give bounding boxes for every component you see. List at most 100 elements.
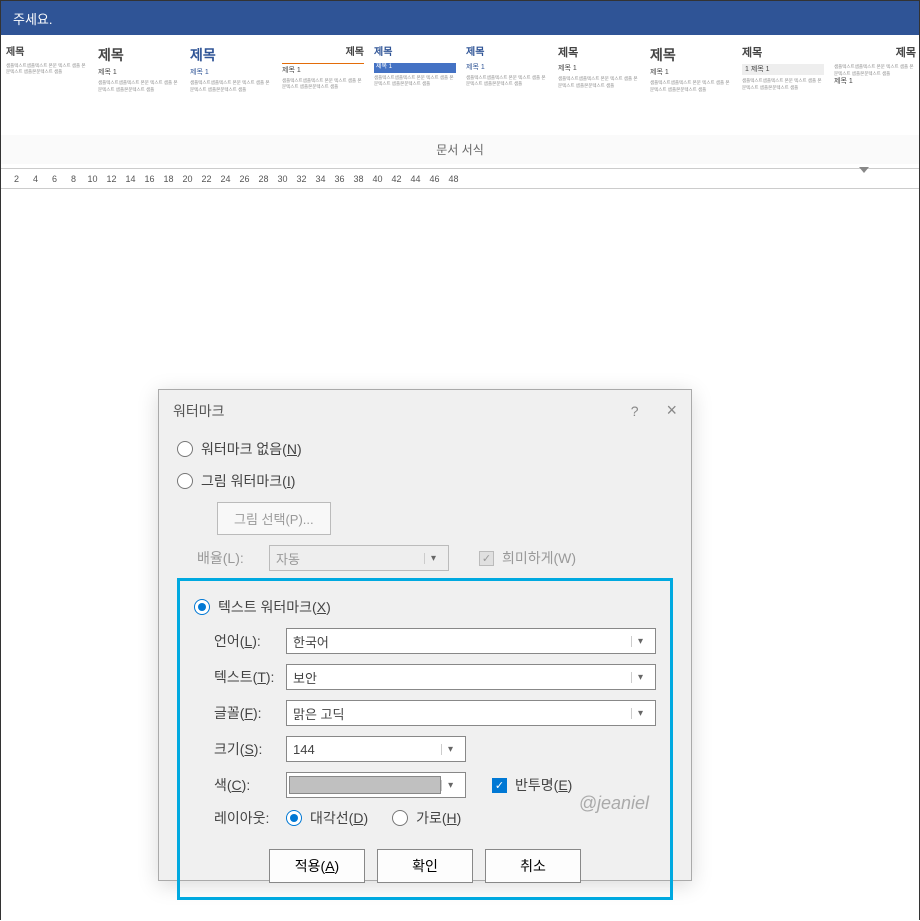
text-label: 텍스트(T): xyxy=(214,667,278,687)
chevron-down-icon: ▾ xyxy=(424,553,442,564)
chevron-down-icon[interactable]: ▾ xyxy=(631,636,649,647)
style-subtitle: 제목 1 xyxy=(558,64,640,73)
language-select[interactable]: 한국어 ▾ xyxy=(286,628,656,654)
style-item[interactable]: 제목 제목 1 샘플텍스트샘플텍스트 본문 텍스트 샘플 본문텍스트 샘플본문텍… xyxy=(93,39,185,131)
ruler-tick: 22 xyxy=(197,174,216,184)
dialog-buttons: 적용(A) 확인 취소 xyxy=(194,849,656,883)
chevron-down-icon[interactable]: ▾ xyxy=(441,744,459,755)
size-value: 144 xyxy=(293,742,315,757)
ruler-tick: 14 xyxy=(121,174,140,184)
ruler-tick: 24 xyxy=(216,174,235,184)
scale-select: 자동 ▾ xyxy=(269,545,449,571)
style-title: 제목 xyxy=(742,46,824,60)
size-select[interactable]: 144 ▾ xyxy=(286,736,466,762)
style-item[interactable]: 제목 제목 1 샘플텍스트샘플텍스트 본문 텍스트 샘플 본문텍스트 샘플본문텍… xyxy=(185,39,277,131)
washout-checkbox: ✓ xyxy=(479,551,494,566)
style-item[interactable]: 제목 제목 1 샘플텍스트샘플텍스트 본문 텍스트 샘플 본문텍스트 샘플본문텍… xyxy=(461,39,553,131)
style-subtitle: 제목 1 xyxy=(190,68,272,77)
style-subtitle: 제목 1 xyxy=(834,77,916,86)
chevron-down-icon[interactable]: ▾ xyxy=(631,672,649,683)
help-icon[interactable]: ? xyxy=(631,403,639,419)
option-no-watermark[interactable]: 워터마크 없음(N) xyxy=(177,433,673,465)
apply-button[interactable]: 적용(A) xyxy=(269,849,365,883)
ruler-tick: 4 xyxy=(26,174,45,184)
ruler-tick: 6 xyxy=(45,174,64,184)
style-body: 샘플텍스트샘플텍스트 본문 텍스트 샘플 본문텍스트 샘플본문텍스트 샘플 xyxy=(558,76,640,89)
layout-diagonal-radio[interactable] xyxy=(286,810,302,826)
color-swatch xyxy=(289,776,441,794)
select-picture-row: 그림 선택(P)... xyxy=(177,497,673,540)
style-item[interactable]: 제목 제목 1 샘플텍스트샘플텍스트 본문 텍스트 샘플 본문텍스트 샘플본문텍… xyxy=(277,39,369,131)
ruler-tick: 10 xyxy=(83,174,102,184)
style-body: 샘플텍스트샘플텍스트 본문 텍스트 샘플 본문텍스트 샘플본문텍스트 샘플 xyxy=(98,80,180,93)
size-row: 크기(S): 144 ▾ xyxy=(194,731,656,767)
ruler-tick: 18 xyxy=(159,174,178,184)
style-body: 샘플텍스트샘플텍스트 본문 텍스트 샘플 본문텍스트 샘플본문텍스트 샘플 xyxy=(650,80,732,93)
layout-diagonal-label: 대각선(D) xyxy=(310,808,368,828)
style-body: 샘플텍스트샘플텍스트 본문 텍스트 샘플 본문텍스트 샘플본문텍스트 샘플 xyxy=(6,63,88,76)
style-title: 제목 xyxy=(6,46,88,59)
chevron-down-icon[interactable]: ▾ xyxy=(631,708,649,719)
ruler-tick: 42 xyxy=(387,174,406,184)
style-body: 샘플텍스트샘플텍스트 본문 텍스트 샘플 본문텍스트 샘플본문텍스트 샘플 xyxy=(466,75,548,88)
chevron-down-icon[interactable]: ▾ xyxy=(441,780,459,791)
style-subtitle: 1 제목 1 xyxy=(742,64,824,75)
ruler-tick: 48 xyxy=(444,174,463,184)
option-label: 워터마크 없음(N) xyxy=(201,439,302,459)
ruler-tick: 8 xyxy=(64,174,83,184)
semitransparent-checkbox[interactable]: ✓ xyxy=(492,778,507,793)
washout-label: 희미하게(W) xyxy=(502,548,576,568)
layout-label: 레이아웃: xyxy=(214,808,278,828)
font-row: 글꼴(F): 맑은 고딕 ▾ xyxy=(194,695,656,731)
credit-text: @jeaniel xyxy=(579,793,649,814)
text-row: 텍스트(T): 보안 ▾ xyxy=(194,659,656,695)
watermark-dialog: 워터마크 ? × 워터마크 없음(N) 그림 워터마크(I) 그림 선택(P).… xyxy=(158,389,692,881)
radio-icon[interactable] xyxy=(194,599,210,615)
select-picture-button: 그림 선택(P)... xyxy=(217,502,331,535)
language-label: 언어(L): xyxy=(214,631,278,651)
cancel-button[interactable]: 취소 xyxy=(485,849,581,883)
style-item[interactable]: 제목 제목 1 샘플텍스트샘플텍스트 본문 텍스트 샘플 본문텍스트 샘플본문텍… xyxy=(369,39,461,131)
style-gallery[interactable]: 제목 샘플텍스트샘플텍스트 본문 텍스트 샘플 본문텍스트 샘플본문텍스트 샘플… xyxy=(1,35,919,135)
ruler-tick: 32 xyxy=(292,174,311,184)
ruler-marker-icon[interactable] xyxy=(859,167,869,173)
style-title: 제목 xyxy=(650,46,732,64)
close-icon[interactable]: × xyxy=(666,400,677,421)
radio-icon[interactable] xyxy=(177,441,193,457)
option-text-watermark[interactable]: 텍스트 워터마크(X) xyxy=(194,591,656,623)
radio-icon[interactable] xyxy=(177,473,193,489)
style-subtitle: 제목 1 xyxy=(282,63,364,75)
scale-value: 자동 xyxy=(276,549,300,568)
style-body: 샘플텍스트샘플텍스트 본문 텍스트 샘플 본문텍스트 샘플본문텍스트 샘플 xyxy=(190,80,272,93)
ruler-tick: 44 xyxy=(406,174,425,184)
style-item[interactable]: 제목 1 제목 1 샘플텍스트샘플텍스트 본문 텍스트 샘플 본문텍스트 샘플본… xyxy=(737,39,829,131)
style-body: 샘플텍스트샘플텍스트 본문 텍스트 샘플 본문텍스트 샘플본문텍스트 샘플 xyxy=(742,78,824,91)
ruler-tick: 16 xyxy=(140,174,159,184)
style-title: 제목 xyxy=(374,46,456,59)
style-body: 샘플텍스트샘플텍스트 본문 텍스트 샘플 본문텍스트 샘플본문텍스트 샘플 xyxy=(834,64,916,77)
ruler[interactable]: 2468101214161820222426283032343638404244… xyxy=(1,169,919,189)
style-item[interactable]: 제목 제목 1 샘플텍스트샘플텍스트 본문 텍스트 샘플 본문텍스트 샘플본문텍… xyxy=(645,39,737,131)
color-select[interactable]: ▾ xyxy=(286,772,466,798)
style-subtitle: 제목 1 xyxy=(466,63,548,72)
option-label: 텍스트 워터마크(X) xyxy=(218,597,331,617)
option-picture-watermark[interactable]: 그림 워터마크(I) xyxy=(177,465,673,497)
style-title: 제목 xyxy=(466,46,548,59)
ruler-tick: 30 xyxy=(273,174,292,184)
ruler-tick: 46 xyxy=(425,174,444,184)
ruler-tick: 34 xyxy=(311,174,330,184)
ok-button[interactable]: 확인 xyxy=(377,849,473,883)
layout-horizontal-radio[interactable] xyxy=(392,810,408,826)
ruler-tick: 2 xyxy=(7,174,26,184)
style-item[interactable]: 제목 샘플텍스트샘플텍스트 본문 텍스트 샘플 본문텍스트 샘플본문텍스트 샘플 xyxy=(1,39,93,131)
text-select[interactable]: 보안 ▾ xyxy=(286,664,656,690)
font-select[interactable]: 맑은 고딕 ▾ xyxy=(286,700,656,726)
option-label: 그림 워터마크(I) xyxy=(201,471,295,491)
dialog-title: 워터마크 xyxy=(173,401,225,421)
style-item[interactable]: 제목 제목 1 샘플텍스트샘플텍스트 본문 텍스트 샘플 본문텍스트 샘플본문텍… xyxy=(553,39,645,131)
style-item[interactable]: 제목 샘플텍스트샘플텍스트 본문 텍스트 샘플 본문텍스트 샘플본문텍스트 샘플… xyxy=(829,39,919,131)
ruler-tick: 38 xyxy=(349,174,368,184)
style-title: 제목 xyxy=(834,46,916,60)
dialog-header: 워터마크 ? × xyxy=(159,390,691,429)
style-title: 제목 xyxy=(558,46,640,60)
